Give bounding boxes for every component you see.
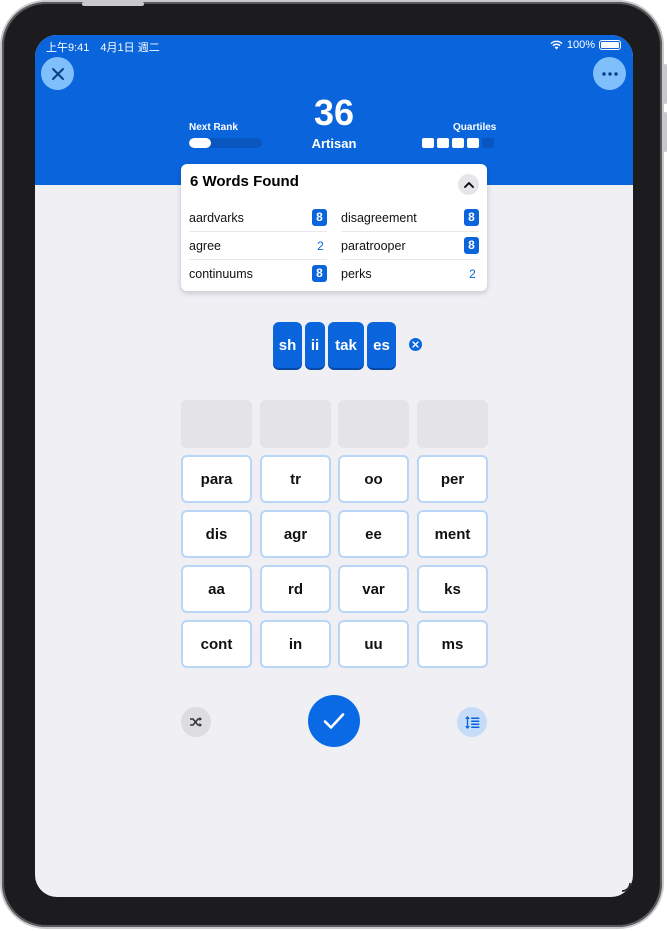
quartile-segment [467,138,479,148]
next-rank-label: Next Rank [189,122,238,133]
quartile-points-badge: 8 [312,265,327,282]
selected-tile[interactable]: es [367,322,396,368]
next-rank-progress [189,138,262,148]
sort-button[interactable] [457,707,487,737]
found-words-column-right: disagreement 8 paratrooper 8 perks 2 [341,204,479,287]
found-word-row: agree 2 [189,232,327,260]
shuffle-button[interactable] [181,707,211,737]
checkmark-icon [323,713,345,729]
collapse-button[interactable] [458,174,479,195]
next-rank-progress-fill [189,138,211,148]
resize-corner-icon [621,882,631,892]
screen: 上午9:41 4月1日 週二 100% 36 Artisan Next Rank… [35,35,633,897]
empty-tile-slot [417,400,488,448]
letter-tile[interactable]: ms [417,620,488,668]
letter-tile[interactable]: ment [417,510,488,558]
more-button[interactable] [593,57,626,90]
selected-tile[interactable]: ii [305,322,325,368]
wifi-icon [550,40,563,50]
letter-tile[interactable]: agr [260,510,331,558]
letter-tile[interactable]: in [260,620,331,668]
empty-tile-slot [181,400,252,448]
quartile-points-badge: 8 [464,209,479,226]
quartile-segment [452,138,464,148]
volume-up-button [663,64,667,104]
chevron-up-icon [463,182,474,188]
word-points: 2 [469,266,476,281]
clear-word-button[interactable] [409,338,422,351]
letter-tile[interactable]: dis [181,510,252,558]
empty-tile-slot [338,400,409,448]
found-word-row: paratrooper 8 [341,232,479,260]
quartile-points-badge: 8 [464,237,479,254]
word-points: 2 [317,238,324,253]
shuffle-icon [190,717,202,727]
found-word-row: aardvarks 8 [189,204,327,232]
close-button[interactable] [41,57,74,90]
letter-tile[interactable]: para [181,455,252,503]
letter-tile[interactable]: uu [338,620,409,668]
status-right: 100% [550,39,621,51]
submit-button[interactable] [308,695,360,747]
found-words-column-left: aardvarks 8 agree 2 continuums 8 [189,204,327,287]
close-icon [51,67,64,80]
letter-tile[interactable]: rd [260,565,331,613]
rank-name: Artisan [311,136,357,151]
found-words-panel: 6 Words Found aardvarks 8 agree 2 continuums… [181,164,487,291]
quartiles-indicator [422,138,494,148]
score: 36 [313,92,355,133]
quartiles-label: Quartiles [453,122,497,133]
found-word: paratrooper [341,238,406,253]
volume-down-button [663,112,667,152]
letter-tile[interactable]: oo [338,455,409,503]
sort-list-icon [464,715,479,729]
found-word: perks [341,266,372,281]
tablet-frame: 上午9:41 4月1日 週二 100% 36 Artisan Next Rank… [2,2,667,927]
letter-tile[interactable]: var [338,565,409,613]
found-word: continuums [189,266,253,281]
letter-tile[interactable]: cont [181,620,252,668]
clear-x-icon [412,341,419,348]
letter-tile[interactable]: tr [260,455,331,503]
letter-tile[interactable]: per [417,455,488,503]
found-word: disagreement [341,210,417,225]
found-word-row: continuums 8 [189,260,327,287]
status-time: 上午9:41 4月1日 週二 [46,42,160,54]
battery-icon [599,40,621,50]
selected-tile[interactable]: sh [273,322,302,368]
found-words-title: 6 Words Found [190,173,299,190]
current-word: sh ii tak es [273,322,396,368]
battery-percent: 100% [566,39,595,51]
selected-tile[interactable]: tak [328,322,364,368]
letter-tile[interactable]: ee [338,510,409,558]
quartile-segment [437,138,449,148]
header: 上午9:41 4月1日 週二 100% 36 Artisan Next Rank… [35,35,633,185]
found-word: aardvarks [189,210,244,225]
found-word-row: disagreement 8 [341,204,479,232]
quartile-segment [482,138,494,148]
found-word: agree [189,238,221,253]
quartile-segment [422,138,434,148]
top-button [82,2,144,6]
empty-tile-slot [260,400,331,448]
quartile-points-badge: 8 [312,209,327,226]
ellipsis-icon [601,71,618,76]
letter-tile[interactable]: aa [181,565,252,613]
letter-tile[interactable]: ks [417,565,488,613]
found-word-row: perks 2 [341,260,479,287]
